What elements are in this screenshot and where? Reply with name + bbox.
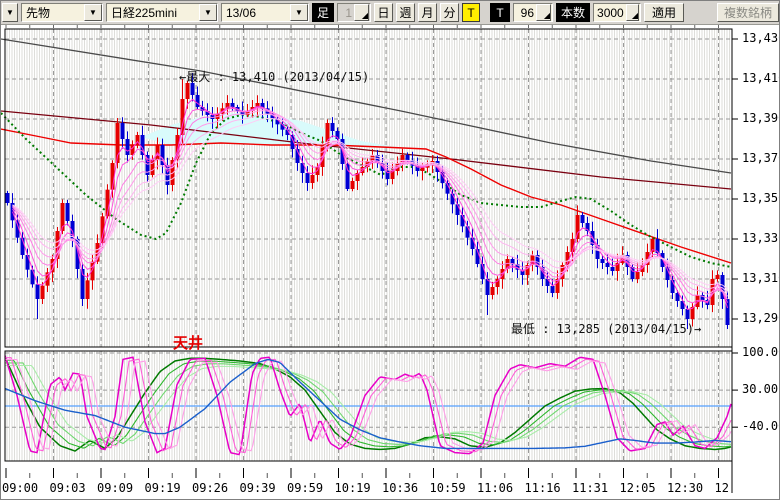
tick-count-label: T	[490, 3, 510, 22]
time-axis-label: 11:31	[572, 481, 608, 495]
tick-count-value: 96	[517, 7, 534, 19]
candle-body	[311, 175, 315, 183]
candle-body	[346, 164, 350, 189]
candle-body	[611, 267, 615, 271]
candle-body	[26, 255, 30, 270]
candle-body	[126, 139, 130, 155]
time-axis-label: 09:00	[2, 481, 38, 495]
apply-button[interactable]: 適用	[644, 3, 684, 22]
candle-body	[66, 203, 70, 221]
bar-type-label: 足	[312, 3, 334, 22]
price-axis-label: 13,330	[742, 231, 780, 245]
candle-body	[231, 103, 235, 107]
spinner-icon[interactable]: ◢	[536, 4, 551, 21]
candle-body	[466, 226, 470, 237]
candle-body	[306, 173, 310, 183]
price-axis-label: 13,390	[742, 111, 780, 125]
time-axis-label: 10:19	[335, 481, 371, 495]
oscillator-line	[5, 358, 731, 453]
bar-count-stepper[interactable]: 3000 ◢	[593, 3, 641, 22]
ema-ribbon-line	[13, 111, 728, 297]
period-day-button[interactable]: 日	[374, 3, 393, 22]
osc-axis-label: -40.00	[742, 419, 780, 433]
candle-body	[31, 270, 35, 285]
market-value: 先物	[26, 7, 82, 19]
candle-body	[556, 279, 560, 293]
period-week-button[interactable]: 週	[396, 3, 415, 22]
candle-body	[121, 123, 125, 139]
candle-body	[186, 83, 190, 99]
price-axis-label: 13,310	[742, 271, 780, 285]
candle-body	[601, 259, 605, 263]
symbol-combobox[interactable]: 日経225mini ▼	[106, 3, 218, 22]
time-axis-label: 11:16	[525, 481, 561, 495]
candle-body	[6, 193, 10, 203]
time-axis-label: 11:06	[477, 481, 513, 495]
candle-body	[406, 155, 410, 160]
price-axis-label: 13,430	[742, 31, 780, 45]
candle-body	[421, 168, 425, 171]
session-low-annotation: 最低 : 13,285 (2013/04/15)→	[511, 320, 701, 337]
time-axis-label: 09:59	[287, 481, 323, 495]
osc-axis-label: 100.00	[742, 345, 780, 359]
time-axis-label: 10:36	[382, 481, 418, 495]
green-dotted-ma	[1, 113, 731, 267]
spinner-icon[interactable]: ◢	[354, 4, 369, 21]
candle-body	[351, 181, 355, 189]
gray-trend-line	[1, 39, 731, 173]
candle-body	[491, 287, 495, 295]
symbol-value: 日経225mini	[111, 7, 197, 19]
chart-window: ▼ 先物 ▼ 日経225mini ▼ 13/06 ▼ 足 1 ◢ 日 週 月 分…	[0, 0, 780, 500]
chevron-down-icon[interactable]: ▼	[84, 4, 102, 21]
period-month-button[interactable]: 月	[418, 3, 437, 22]
interval-value: 1	[341, 7, 352, 19]
candle-body	[581, 215, 585, 223]
contract-month-combobox[interactable]: 13/06 ▼	[221, 3, 309, 22]
toolbar: ▼ 先物 ▼ 日経225mini ▼ 13/06 ▼ 足 1 ◢ 日 週 月 分…	[1, 1, 780, 25]
price-axis-label: 13,290	[742, 311, 780, 325]
candle-body	[196, 95, 200, 107]
time-axis-label: 12	[715, 481, 729, 495]
time-axis-label: 12:05	[620, 481, 656, 495]
contract-month-value: 13/06	[226, 7, 288, 19]
price-axis-label: 13,410	[742, 71, 780, 85]
time-axis-label: 09:03	[50, 481, 86, 495]
bar-count-label: 本数	[556, 3, 590, 22]
time-axis-label: 12:30	[667, 481, 703, 495]
period-tick-button-active[interactable]: T	[462, 3, 480, 22]
ceiling-annotation: 天井	[173, 332, 203, 353]
candle-body	[471, 238, 475, 249]
candle-body	[86, 280, 90, 299]
time-axis-label: 09:26	[192, 481, 228, 495]
candle-body	[686, 309, 690, 319]
candle-body	[716, 275, 720, 279]
price-axis-label: 13,370	[742, 151, 780, 165]
candle-body	[331, 123, 335, 131]
candle-body	[551, 286, 555, 293]
chevron-down-icon[interactable]: ▼	[199, 4, 217, 21]
toolbar-collapse-button[interactable]: ▼	[2, 3, 18, 22]
interval-stepper: 1 ◢	[337, 3, 371, 22]
market-combobox[interactable]: 先物 ▼	[21, 3, 103, 22]
chart-canvas[interactable]	[1, 1, 780, 500]
bar-count-value: 3000	[597, 7, 624, 19]
candle-body	[576, 215, 580, 239]
price-axis-label: 13,350	[742, 191, 780, 205]
period-minute-button[interactable]: 分	[440, 3, 459, 22]
time-axis-label: 09:39	[240, 481, 276, 495]
chevron-down-icon[interactable]: ▼	[290, 4, 308, 21]
time-axis-label: 09:19	[145, 481, 181, 495]
spinner-icon[interactable]: ◢	[626, 4, 639, 21]
multi-symbol-button: 複数銘柄	[717, 3, 779, 22]
time-axis-label: 10:59	[430, 481, 466, 495]
time-axis-label: 09:09	[97, 481, 133, 495]
candle-body	[606, 263, 610, 267]
candle-body	[36, 284, 40, 299]
candle-body	[636, 272, 640, 279]
session-high-annotation: ←最大 : 13,410 (2013/04/15)	[179, 68, 369, 85]
osc-axis-label: 30.00	[742, 382, 778, 396]
candle-body	[456, 204, 460, 215]
candle-body	[41, 286, 45, 299]
tick-count-stepper[interactable]: 96 ◢	[513, 3, 553, 22]
